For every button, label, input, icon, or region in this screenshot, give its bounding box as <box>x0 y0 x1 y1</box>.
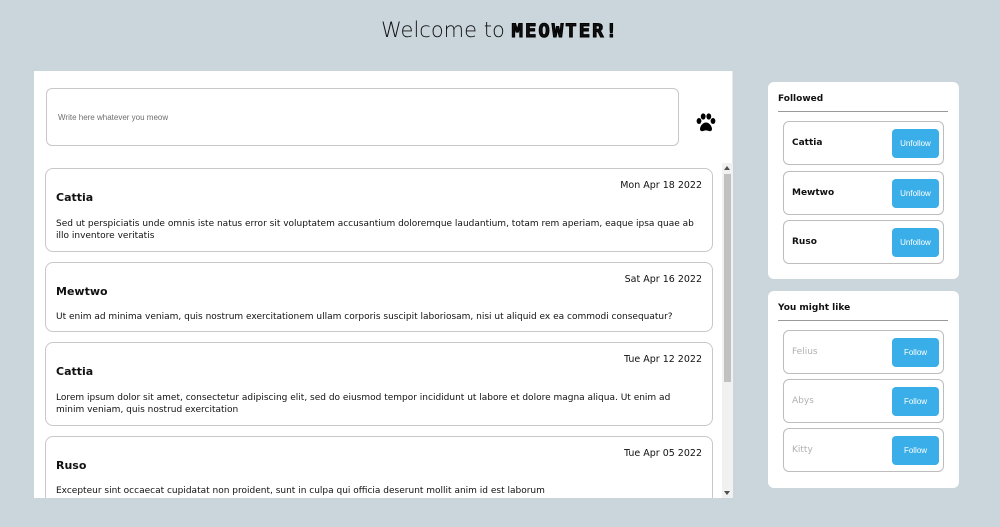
user-name: Felius <box>792 347 818 357</box>
post-body: Excepteur sint occaecat cupidatat non pr… <box>56 486 545 496</box>
user-name: Abys <box>792 396 814 406</box>
unfollow-button[interactable]: Unfollow <box>892 228 939 257</box>
divider <box>778 111 948 112</box>
suggested-user-row: Felius Follow <box>783 330 944 374</box>
post-date: Tue Apr 12 2022 <box>624 354 702 365</box>
post-author: Mewtwo <box>56 285 108 298</box>
suggested-user-row: Kitty Follow <box>783 428 944 472</box>
followed-user-row: Mewtwo Unfollow <box>783 171 944 215</box>
meow-composer[interactable] <box>46 88 679 146</box>
post-date: Tue Apr 05 2022 <box>624 448 702 459</box>
follow-button[interactable]: Follow <box>892 436 939 465</box>
post-card: Cattia Mon Apr 18 2022 Sed ut perspiciat… <box>45 168 713 252</box>
followed-user-row: Ruso Unfollow <box>783 220 944 264</box>
paw-icon[interactable] <box>694 111 718 135</box>
user-name: Mewtwo <box>792 188 835 198</box>
post-body: Lorem ipsum dolor sit amet, consectetur … <box>56 393 671 415</box>
post-date: Mon Apr 18 2022 <box>620 180 702 191</box>
post-date: Sat Apr 16 2022 <box>624 274 702 285</box>
post-feed[interactable]: Cattia Mon Apr 18 2022 Sed ut perspiciat… <box>34 163 733 498</box>
welcome-text: Welcome to <box>380 18 505 42</box>
unfollow-button[interactable]: Unfollow <box>892 179 939 208</box>
scroll-down-arrow-icon[interactable] <box>724 491 730 495</box>
post-author: Cattia <box>56 191 94 204</box>
post-card: Cattia Tue Apr 12 2022 Lorem ipsum dolor… <box>45 342 713 426</box>
feed-panel: Cattia Mon Apr 18 2022 Sed ut perspiciat… <box>34 71 733 498</box>
post-author: Ruso <box>56 459 87 472</box>
follow-button[interactable]: Follow <box>892 387 939 416</box>
feed-scrollbar[interactable] <box>722 163 733 498</box>
post-body: Ut enim ad minima veniam, quis nostrum e… <box>56 312 673 322</box>
followed-card: Followed Cattia Unfollow Mewtwo Unfollow… <box>768 82 959 279</box>
divider <box>778 320 948 321</box>
scrollbar-thumb[interactable] <box>724 174 731 382</box>
post-author: Cattia <box>56 365 94 378</box>
meow-input[interactable] <box>47 89 678 145</box>
suggested-user-row: Abys Follow <box>783 379 944 423</box>
user-name: Kitty <box>792 445 813 455</box>
followed-user-row: Cattia Unfollow <box>783 121 944 165</box>
unfollow-button[interactable]: Unfollow <box>892 129 939 158</box>
suggestions-title: You might like <box>778 303 851 313</box>
post-card: Mewtwo Sat Apr 16 2022 Ut enim ad minima… <box>45 262 713 332</box>
suggestions-card: You might like Felius Follow Abys Follow… <box>768 291 959 488</box>
followed-title: Followed <box>778 94 824 104</box>
user-name: Ruso <box>792 237 817 247</box>
follow-button[interactable]: Follow <box>892 338 939 367</box>
scroll-up-arrow-icon[interactable] <box>724 166 730 170</box>
post-body: Sed ut perspiciatis unde omnis iste natu… <box>56 219 694 241</box>
page-header: Welcome to MEOWTER! <box>0 18 1000 43</box>
brand-logo: MEOWTER! <box>511 20 620 43</box>
user-name: Cattia <box>792 138 823 148</box>
post-card: Ruso Tue Apr 05 2022 Excepteur sint occa… <box>45 436 713 498</box>
